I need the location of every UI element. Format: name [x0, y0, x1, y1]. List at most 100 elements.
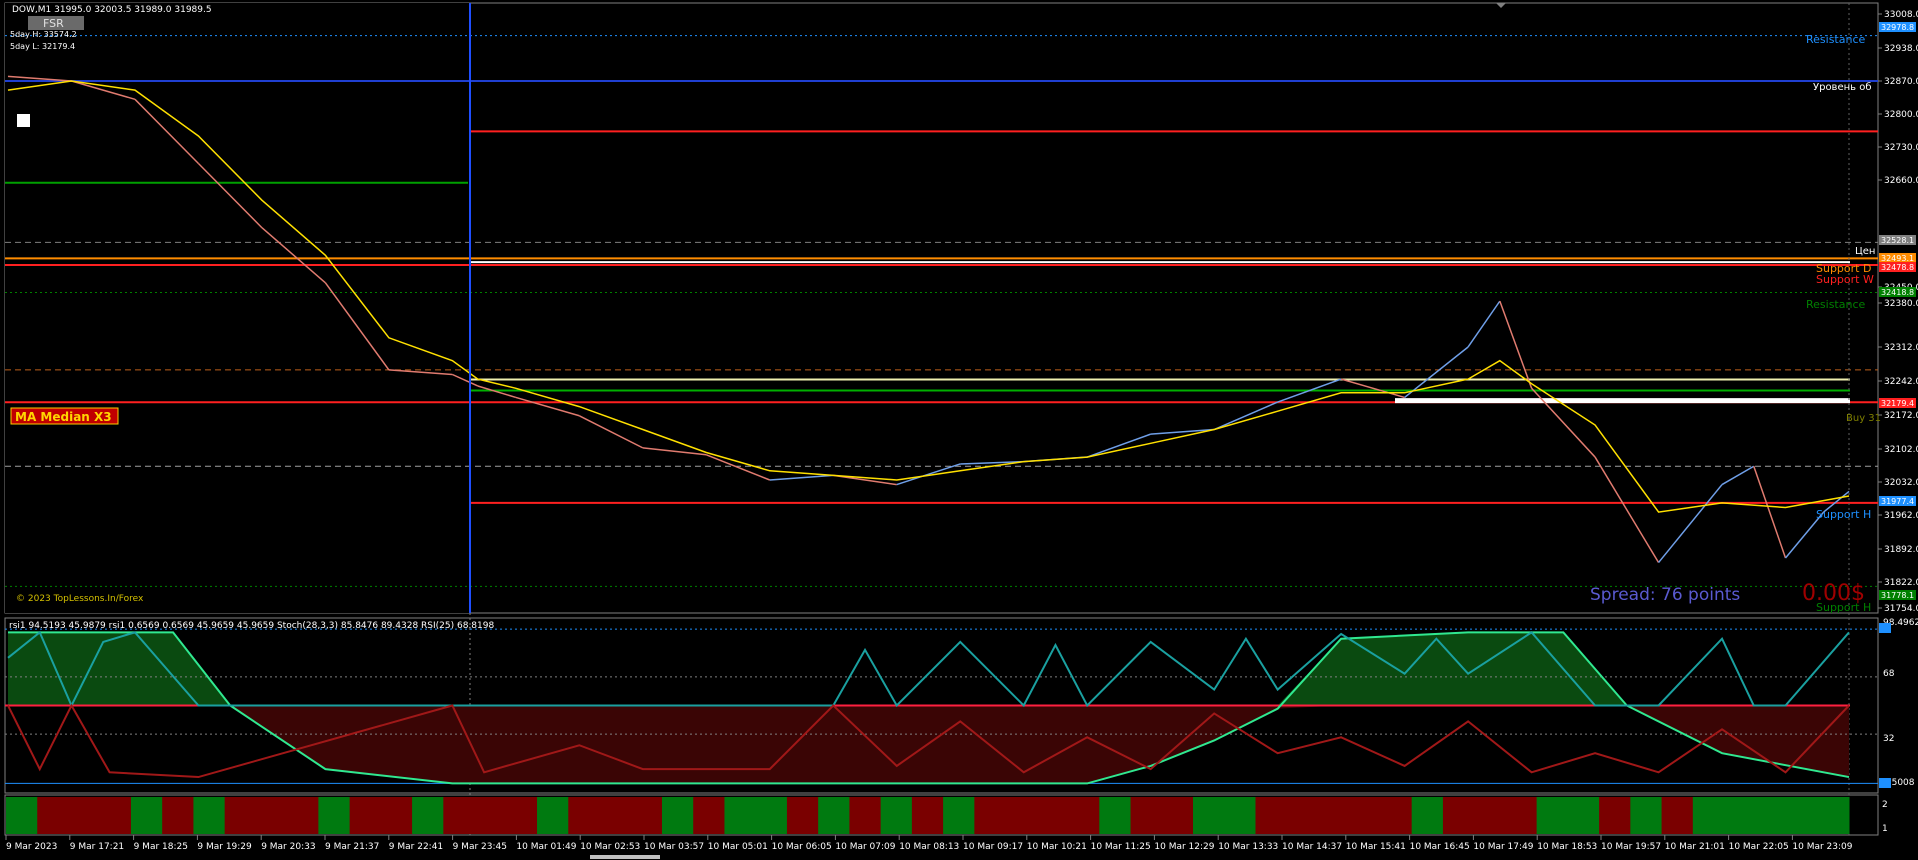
histogram-bar — [755, 797, 788, 834]
history-region — [5, 3, 470, 613]
histogram-bar — [1193, 797, 1225, 834]
price-badge-text: 32528.1 — [1881, 236, 1914, 245]
histogram-bar — [1130, 797, 1163, 834]
histogram-bar — [380, 797, 413, 834]
histogram-bar — [130, 797, 163, 834]
histogram-bar — [1224, 797, 1256, 834]
time-tick: 10 Mar 11:25 — [1091, 842, 1151, 852]
histogram-bar — [255, 797, 288, 834]
histogram-bar — [1817, 797, 1850, 834]
histogram-bar — [661, 797, 694, 834]
histogram-bar — [1286, 797, 1319, 834]
histogram-bar — [1255, 797, 1288, 834]
indicator-badge-bottom — [1879, 778, 1891, 788]
price-tick: 32102.0 — [1884, 445, 1918, 455]
copyright-label: © 2023 TopLessons.In/Forex — [16, 594, 144, 604]
price-badge-text: 32179.4 — [1881, 399, 1914, 408]
price-tick: 32172.0 — [1884, 411, 1918, 421]
histogram-bar — [1786, 797, 1819, 834]
histogram-bar — [412, 797, 444, 834]
symbol-line: DOW,M1 31995.0 32003.5 31989.0 31989.5 — [12, 5, 212, 15]
price-tick: 32242.0 — [1884, 377, 1918, 387]
histogram-bar — [1692, 797, 1725, 834]
histogram-bar — [943, 797, 975, 834]
time-tick: 10 Mar 18:53 — [1537, 842, 1597, 852]
indicator-axis: 98.496268320.5008 — [1879, 618, 1918, 788]
time-tick: 9 Mar 18:25 — [134, 842, 188, 852]
histogram-bar — [99, 797, 132, 834]
histogram-bar — [1724, 797, 1756, 834]
histogram-bar — [318, 797, 351, 834]
time-tick: 10 Mar 19:57 — [1601, 842, 1661, 852]
price-badge-text: 31977.4 — [1881, 497, 1914, 506]
time-tick: 10 Mar 15:41 — [1346, 842, 1406, 852]
level-ob-label: Уровень об — [1813, 82, 1872, 93]
time-tick: 10 Mar 02:53 — [580, 842, 640, 852]
histogram-bar — [1317, 797, 1350, 834]
histogram-bars — [6, 797, 1850, 834]
resistance-label-top: Resistance — [1806, 33, 1866, 46]
time-tick: 10 Mar 14:37 — [1282, 842, 1342, 852]
time-tick: 10 Mar 10:21 — [1027, 842, 1087, 852]
price-tick: 32938.0 — [1884, 44, 1918, 54]
histogram-bar — [849, 797, 882, 834]
time-tick: 10 Mar 13:33 — [1218, 842, 1278, 852]
time-tick: 10 Mar 07:09 — [835, 842, 895, 852]
price-tick: 32730.0 — [1884, 143, 1918, 153]
price-tick: 32800.0 — [1884, 110, 1918, 120]
time-tick: 10 Mar 17:49 — [1473, 842, 1533, 852]
time-tick: 10 Mar 09:17 — [963, 842, 1023, 852]
time-tick: 10 Mar 05:01 — [708, 842, 768, 852]
histogram-bar — [1599, 797, 1631, 834]
time-tick: 10 Mar 23:09 — [1792, 842, 1852, 852]
scroll-indicator[interactable] — [590, 855, 660, 859]
time-tick: 9 Mar 19:29 — [197, 842, 252, 852]
histogram-bar — [911, 797, 944, 834]
small-square-icon[interactable] — [17, 114, 30, 127]
histogram-bar — [786, 797, 819, 834]
histogram-bar — [974, 797, 1007, 834]
histogram-bar — [1661, 797, 1694, 834]
histogram-bar — [1536, 797, 1569, 834]
time-tick: 10 Mar 08:13 — [899, 842, 959, 852]
histogram-bar — [693, 797, 725, 834]
histogram-bar — [880, 797, 913, 834]
fsr-label: FSR — [43, 17, 64, 30]
histogram-bar — [505, 797, 538, 834]
time-tick: 9 Mar 17:21 — [70, 842, 124, 852]
trading-chart[interactable]: DOW,M1 31995.0 32003.5 31989.0 31989.5 F… — [0, 0, 1918, 860]
profit-label: 0.00$ — [1802, 581, 1865, 606]
time-tick: 9 Mar 2023 — [6, 842, 57, 852]
time-tick: 9 Mar 23:45 — [453, 842, 507, 852]
histogram-bar — [474, 797, 507, 834]
histogram-bar — [1068, 797, 1100, 834]
support-h-label: Support H — [1816, 508, 1871, 521]
histogram-bar — [1442, 797, 1475, 834]
histogram-bar — [443, 797, 476, 834]
histogram-bar — [818, 797, 850, 834]
price-tick: 32312.0 — [1884, 343, 1918, 353]
hist-tick-1: 1 — [1882, 824, 1888, 834]
histogram-bar — [630, 797, 663, 834]
histogram-bar — [193, 797, 226, 834]
histogram-bar — [287, 797, 319, 834]
histogram-bar — [162, 797, 194, 834]
price-tick: 31962.0 — [1884, 511, 1918, 521]
histogram-bar — [1349, 797, 1381, 834]
price-badge-text: 32493.1 — [1881, 254, 1914, 263]
histogram-bar — [1411, 797, 1444, 834]
histogram-bar — [1505, 797, 1538, 834]
histogram-bar — [1380, 797, 1413, 834]
time-tick: 10 Mar 01:49 — [516, 842, 576, 852]
resistance-label-mid: Resistance — [1806, 298, 1866, 311]
info-low: 5day L: 32179.4 — [10, 42, 75, 51]
time-axis: 9 Mar 2023 9 Mar 17:21 9 Mar 18:25 9 Mar 19… — [5, 835, 1853, 852]
histogram-bar — [68, 797, 101, 834]
price-badge-text: 32418.8 — [1881, 288, 1914, 297]
spread-label: Spread: 76 points — [1590, 585, 1740, 605]
histogram-bar — [1036, 797, 1069, 834]
info-high: 5day H: 33574.2 — [10, 30, 77, 39]
histogram-bar — [537, 797, 569, 834]
price-tick: 31754.0 — [1884, 604, 1918, 614]
price-tick: 31822.0 — [1884, 578, 1918, 588]
